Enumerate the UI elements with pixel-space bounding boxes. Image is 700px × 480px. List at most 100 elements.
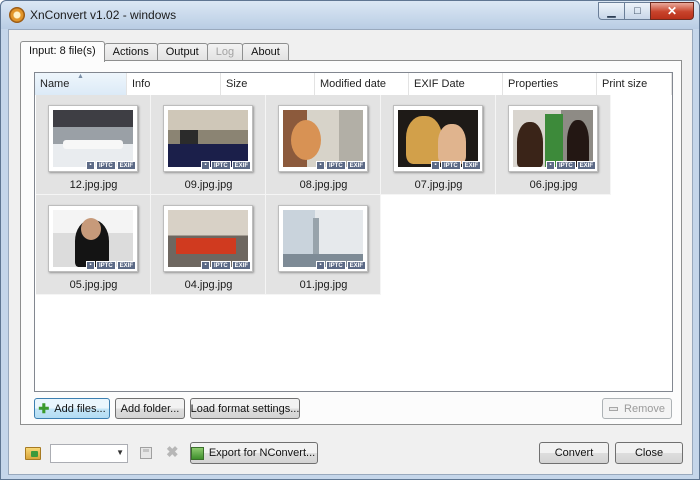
chevron-down-icon: ▼ [116, 448, 124, 457]
image-thumbnail: ▪ IPTC EXIF [48, 105, 138, 172]
photo-preview [168, 210, 248, 267]
image-thumbnail: ▪ IPTC EXIF [393, 105, 483, 172]
preset-combo[interactable]: ▼ [50, 444, 128, 463]
exif-badge: EXIF [116, 261, 136, 270]
file-name: 04.jpg.jpg [184, 279, 233, 291]
export-nconvert-button[interactable]: Export for NConvert... [190, 442, 318, 464]
exif-badge: EXIF [576, 161, 596, 170]
photo-preview [53, 110, 133, 167]
minimize-button[interactable]: ▁ [598, 2, 625, 20]
exif-badge: EXIF [231, 161, 251, 170]
file-name: 12.jpg.jpg [69, 179, 118, 191]
add-files-label: Add files... [54, 402, 106, 415]
file-item[interactable]: ▪ IPTC EXIF 04.jpg.jpg [151, 195, 266, 295]
file-item[interactable]: ▪ IPTC EXIF 09.jpg.jpg [151, 95, 266, 195]
iptc-badge: IPTC [210, 161, 231, 170]
image-thumbnail: ▪ IPTC EXIF [278, 205, 368, 272]
export-icon [190, 446, 204, 460]
image-type-icon: ▪ [85, 161, 95, 170]
tab-output[interactable]: Output [156, 43, 208, 61]
main-client-area: Input: 8 file(s) Actions Output Log Abou… [8, 29, 693, 475]
list-header: ▲ Name Info Size Modified date EXIF Date… [35, 73, 672, 95]
file-name: 08.jpg.jpg [299, 179, 348, 191]
image-thumbnail: ▪ IPTC EXIF [48, 205, 138, 272]
file-item[interactable]: ▪ IPTC EXIF 06.jpg.jpg [496, 95, 611, 195]
image-type-icon: ▪ [545, 161, 555, 170]
iptc-badge: IPTC [440, 161, 461, 170]
iptc-badge: IPTC [555, 161, 576, 170]
image-thumbnail: ▪ IPTC EXIF [508, 105, 598, 172]
column-properties[interactable]: Properties [503, 73, 597, 95]
bottom-toolbar: ▼ ✖ Export for NConvert... Convert Close [9, 435, 692, 475]
column-name-label: Name [40, 78, 70, 90]
tab-bar: Input: 8 file(s) Actions Output Log Abou… [20, 41, 289, 62]
title-bar[interactable]: XnConvert v1.02 - windows ▁ □ ✕ [1, 1, 699, 29]
column-name[interactable]: ▲ Name [35, 73, 127, 95]
close-button[interactable]: Close [615, 442, 683, 464]
exif-badge: EXIF [346, 161, 366, 170]
column-size[interactable]: Size [221, 73, 315, 95]
file-name: 06.jpg.jpg [529, 179, 578, 191]
file-name: 07.jpg.jpg [414, 179, 463, 191]
maximize-button[interactable]: □ [624, 2, 651, 20]
input-panel: ▲ Name Info Size Modified date EXIF Date… [20, 60, 682, 425]
photo-preview [283, 210, 363, 267]
image-type-icon: ▪ [315, 261, 325, 270]
column-info[interactable]: Info [127, 73, 221, 95]
photo-preview [513, 110, 593, 167]
file-item[interactable]: ▪ IPTC EXIF 12.jpg.jpg [36, 95, 151, 195]
exif-badge: EXIF [116, 161, 136, 170]
file-name: 09.jpg.jpg [184, 179, 233, 191]
remove-label: Remove [624, 402, 665, 415]
tab-about[interactable]: About [242, 43, 289, 61]
exif-badge: EXIF [231, 261, 251, 270]
file-item[interactable]: ▪ IPTC EXIF 05.jpg.jpg [36, 195, 151, 295]
image-type-icon: ▪ [430, 161, 440, 170]
iptc-badge: IPTC [95, 261, 116, 270]
image-thumbnail: ▪ IPTC EXIF [163, 105, 253, 172]
sort-ascending-icon: ▲ [77, 73, 84, 80]
image-thumbnail: ▪ IPTC EXIF [278, 105, 368, 172]
exif-badge: EXIF [346, 261, 366, 270]
image-type-icon: ▪ [85, 261, 95, 270]
tab-log[interactable]: Log [206, 43, 244, 61]
xnconvert-logo-icon [9, 7, 25, 23]
thumbnail-grid: ▪ IPTC EXIF 12.jpg.jpg ▪ IPTC EXIF 09.jpg.jp… [36, 95, 636, 295]
add-folder-button[interactable]: Add folder... [115, 398, 185, 419]
file-item[interactable]: ▪ IPTC EXIF 08.jpg.jpg [266, 95, 381, 195]
plus-icon: ✚ [38, 400, 50, 416]
file-item[interactable]: ▪ IPTC EXIF 07.jpg.jpg [381, 95, 496, 195]
window-title: XnConvert v1.02 - windows [30, 8, 177, 22]
image-type-icon: ▪ [315, 161, 325, 170]
image-type-icon: ▪ [200, 161, 210, 170]
photo-preview [53, 210, 133, 267]
delete-icon[interactable]: ✖ [166, 443, 179, 461]
file-item[interactable]: ▪ IPTC EXIF 01.jpg.jpg [266, 195, 381, 295]
tab-actions[interactable]: Actions [103, 43, 158, 61]
iptc-badge: IPTC [210, 261, 231, 270]
add-files-button[interactable]: ✚ Add files... [34, 398, 110, 419]
exif-badge: EXIF [461, 161, 481, 170]
tab-input[interactable]: Input: 8 file(s) [20, 41, 105, 62]
image-type-icon: ▪ [200, 261, 210, 270]
column-modified-date[interactable]: Modified date [315, 73, 409, 95]
column-print-size[interactable]: Print size [597, 73, 672, 95]
remove-button[interactable]: Remove [602, 398, 672, 419]
iptc-badge: IPTC [95, 161, 116, 170]
file-name: 05.jpg.jpg [69, 279, 118, 291]
save-icon[interactable] [140, 447, 152, 459]
file-list[interactable]: ▲ Name Info Size Modified date EXIF Date… [34, 72, 673, 392]
image-thumbnail: ▪ IPTC EXIF [163, 205, 253, 272]
convert-button[interactable]: Convert [539, 442, 609, 464]
photo-preview [398, 110, 478, 167]
file-name: 01.jpg.jpg [299, 279, 348, 291]
close-window-button[interactable]: ✕ [650, 2, 694, 20]
photo-preview [283, 110, 363, 167]
export-label: Export for NConvert... [208, 447, 316, 459]
column-exif-date[interactable]: EXIF Date [409, 73, 503, 95]
iptc-badge: IPTC [325, 161, 346, 170]
photo-preview [168, 110, 248, 167]
app-window: XnConvert v1.02 - windows ▁ □ ✕ Input: 8… [0, 0, 700, 480]
load-format-settings-button[interactable]: Load format settings... [190, 398, 300, 419]
open-folder-icon[interactable] [25, 447, 41, 460]
